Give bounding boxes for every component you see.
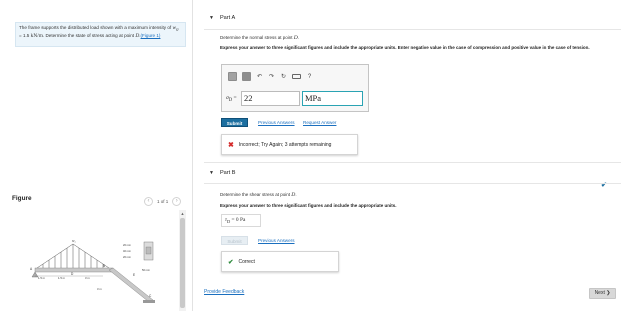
problem-statement: The frame supports the distributed load … (15, 22, 186, 47)
keyboard-icon[interactable] (292, 74, 301, 79)
part-a-prompt: Determine the normal stress at point D. (220, 35, 299, 41)
part-a-prompt-end: . (297, 35, 300, 40)
part-b-submit-button: Submit (221, 236, 248, 245)
answer-equals: = (232, 95, 237, 101)
part-a-submit-button[interactable]: Submit (221, 118, 248, 127)
inclined-member (108, 267, 154, 303)
part-a-prompt-text: Determine the normal stress at point (220, 35, 294, 40)
units-icon[interactable] (242, 72, 251, 81)
load-unit: kN/m (30, 32, 43, 39)
next-button[interactable]: Next ❯ (589, 288, 616, 299)
redo-icon[interactable]: ↷ (268, 73, 275, 80)
incorrect-icon: ✖ (228, 141, 234, 149)
part-b-title: Part B (219, 170, 236, 176)
problem-text: The frame supports the distributed load … (19, 25, 173, 30)
part-b-header[interactable]: ▼ Part B (209, 170, 236, 176)
answer-editor: ↶ ↷ ↻ ? σD = 22 MPa (221, 64, 369, 112)
reset-icon[interactable]: ↻ (280, 73, 287, 80)
scroll-up-icon[interactable]: ▲ (180, 211, 185, 216)
ground-support-c (143, 300, 155, 303)
part-b-prompt-end: . (295, 192, 297, 197)
load-label: w₀ (72, 239, 77, 243)
point-d-label: D (71, 272, 74, 276)
part-a-title: Part A (219, 15, 236, 21)
request-answer-link[interactable]: Request Answer (303, 120, 336, 125)
figure-next-button[interactable]: › (172, 197, 182, 206)
dim-mid-label: 40 mm (123, 249, 131, 253)
load-equals: = 1.5 (19, 32, 31, 38)
part-b-answer-value: = 0 Pa (230, 217, 246, 223)
figure-link[interactable]: (Figure 1) (141, 33, 161, 39)
problem-text-2: . Determine the state of stress acting a… (42, 32, 136, 38)
part-b-feedback: ✔ Correct (221, 251, 339, 272)
part-divider (204, 162, 621, 163)
part-a-feedback-text: Incorrect; Try Again; 3 attempts remaini… (238, 141, 332, 148)
horizontal-beam (34, 267, 114, 273)
load-symbol-sub: 0 (176, 27, 179, 33)
part-a-header[interactable]: ▼ Part A (209, 15, 235, 21)
span-1-label: 1.5 m (38, 276, 46, 280)
part-a-instructions: Express your answer to three significant… (220, 45, 590, 50)
part-b-prompt: Determine the shear stress at point D. (220, 192, 297, 198)
part-b-previous-answers-link[interactable]: Previous Answers (258, 238, 295, 243)
span-3-label: 3 m (85, 276, 90, 280)
dim-bot-label: 20 mm (123, 255, 131, 259)
frame-figure: w₀ A D B C E 20 mm 40 mm 20 mm 50 mm 1.5… (30, 239, 155, 303)
part-a-feedback: ✖ Incorrect; Try Again; 3 attempts remai… (221, 134, 358, 155)
load-symbol: w0 (172, 25, 179, 33)
figure-heading: Figure (12, 195, 32, 202)
figure-page-count: 1 of 1 (157, 199, 169, 204)
part-b-prompt-text: Determine the shear stress at point (220, 192, 292, 197)
figure-pager: ‹ 1 of 1 › (144, 197, 182, 206)
part-b-feedback-text: Correct (238, 258, 255, 265)
point-e-label: E (133, 273, 135, 277)
dim-width-label: 50 mm (142, 268, 150, 272)
dim-top-label: 20 mm (123, 243, 131, 247)
point-b-label: B (103, 264, 105, 268)
column-divider (192, 0, 193, 311)
scrollbar-thumb[interactable] (180, 218, 185, 308)
part-a-previous-answers-link[interactable]: Previous Answers (258, 120, 295, 125)
correct-icon: ✔ (228, 258, 234, 266)
part-b-separator (204, 183, 621, 184)
provide-feedback-link[interactable]: Provide Feedback (204, 289, 244, 295)
part-b-answer-field: τD = 0 Pa (221, 214, 261, 227)
part-a-separator (204, 29, 621, 30)
figure-prev-button[interactable]: ‹ (144, 197, 153, 206)
distributed-load (36, 243, 110, 269)
point-c-label: C (149, 294, 152, 298)
collapse-caret-icon[interactable]: ▼ (209, 170, 214, 176)
undo-icon[interactable]: ↶ (256, 73, 263, 80)
editor-toolbar: ↶ ↷ ↻ ? (228, 72, 313, 81)
help-icon[interactable]: ? (306, 74, 313, 80)
collapse-caret-icon[interactable]: ▼ (209, 15, 214, 21)
answer-value-input[interactable]: 22 (241, 91, 300, 106)
answer-unit-input[interactable]: MPa (302, 91, 363, 106)
span-2-label: 1.5 m (58, 276, 66, 280)
part-b-instructions: Express your answer to three significant… (220, 203, 397, 208)
answer-label: σD = (226, 95, 237, 103)
point-a-label: A (30, 267, 33, 271)
template-icon[interactable] (228, 72, 237, 81)
height-label: 3 m (97, 287, 102, 291)
